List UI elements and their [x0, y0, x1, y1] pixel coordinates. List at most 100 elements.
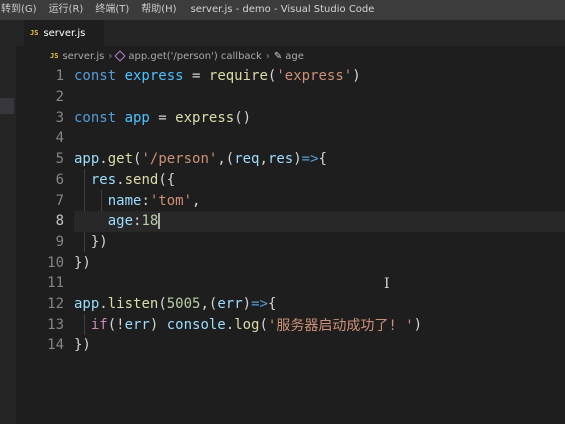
menu-terminal[interactable]: 终端(T) — [89, 0, 135, 20]
code-token: express — [124, 68, 184, 85]
code-token: ) — [149, 316, 167, 333]
code-token: app — [74, 151, 100, 168]
code-token: . — [225, 316, 235, 333]
line-number: 11 — [47, 275, 64, 292]
breadcrumb-property[interactable]: ✎ age — [274, 51, 304, 62]
code-line[interactable]: 9 }) — [16, 232, 565, 253]
code-token: . — [99, 151, 108, 168]
code-token: }) — [74, 337, 91, 354]
code-token: => — [251, 296, 268, 313]
code-token: : — [141, 192, 150, 209]
tab-server-js[interactable]: JS server.js — [24, 20, 104, 46]
menu-bar: 转到(G) 运行(R) 终端(T) 帮助(H) — [0, 0, 183, 20]
javascript-file-icon: JS — [30, 29, 39, 37]
code-token: const — [74, 109, 125, 126]
line-code: app. listen(5005,(err) =>{ — [74, 294, 565, 315]
code-token: , — [192, 192, 201, 209]
code-token: require — [208, 68, 268, 85]
code-token: . — [99, 296, 108, 313]
code-editor[interactable]: I 1 const express = require('express') 2 3 c… — [16, 66, 565, 424]
javascript-file-icon: JS — [50, 52, 59, 60]
line-number: 13 — [47, 316, 64, 333]
code-token: ( — [208, 296, 218, 313]
line-code: if (! err) console. log('服务器启动成功了! ') — [74, 314, 565, 335]
code-token: if — [90, 316, 108, 333]
code-token: 'tom' — [149, 192, 193, 209]
breadcrumb-callback[interactable]: app.get('/person') callback — [114, 50, 262, 62]
line-code: app. get('/person',(req, res) =>{ — [74, 149, 565, 170]
line-number: 14 — [47, 337, 64, 354]
line-number: 8 — [55, 213, 64, 230]
line-code: name:'tom', — [74, 190, 565, 211]
line-number: 3 — [55, 109, 64, 126]
code-line[interactable]: 7 name:'tom', — [16, 190, 565, 211]
code-token: }) — [74, 254, 91, 271]
line-number: 2 — [55, 89, 64, 106]
code-token: ( — [133, 151, 142, 168]
breadcrumb-file[interactable]: JS server.js — [16, 51, 104, 62]
code-token: get — [107, 151, 134, 168]
menu-go[interactable]: 转到(G) — [0, 0, 43, 20]
code-token: app — [74, 296, 100, 313]
line-number: 9 — [55, 233, 64, 250]
code-token: { — [318, 151, 327, 168]
line-code: res. send({ — [74, 170, 565, 191]
code-token: app — [124, 109, 150, 126]
code-token: res — [90, 171, 117, 188]
line-number: 4 — [55, 130, 64, 147]
code-token: (! — [107, 316, 125, 333]
code-line[interactable]: 8 age:18 — [16, 210, 565, 232]
title-bar: 转到(G) 运行(R) 终端(T) 帮助(H) server.js - demo… — [0, 0, 565, 20]
activity-bar — [0, 20, 16, 424]
code-token: 5005 — [166, 296, 201, 313]
line-code: const app = express() — [74, 107, 565, 128]
code-token: . — [116, 171, 125, 188]
code-token: '/person' — [141, 151, 218, 168]
code-token: : — [133, 213, 142, 230]
code-line[interactable]: 2 — [16, 87, 565, 108]
code-line[interactable]: 11 — [16, 273, 565, 294]
code-token: ( — [158, 296, 167, 313]
code-token: ( — [158, 171, 167, 188]
code-token: ) — [99, 233, 108, 250]
code-token: 18 — [141, 213, 159, 230]
code-line[interactable]: 4 — [16, 128, 565, 149]
chevron-right-icon: › — [108, 50, 113, 62]
code-line[interactable]: 13 if (! err) console. log('服务器启动成功了! ') — [16, 314, 565, 335]
text-caret — [158, 213, 160, 230]
code-line[interactable]: 14}) — [16, 335, 565, 356]
line-code: }) — [74, 252, 565, 273]
code-token: => — [301, 151, 319, 168]
code-token: { — [166, 171, 176, 188]
code-line[interactable]: 3 const app = express() — [16, 107, 565, 128]
code-line[interactable]: 1 const express = require('express') — [16, 66, 565, 87]
code-line[interactable]: 12 app. listen(5005,(err) =>{ — [16, 294, 565, 315]
code-token: = — [183, 68, 209, 85]
code-line[interactable]: 10}) — [16, 252, 565, 273]
code-token: , — [217, 151, 226, 168]
activity-item-active[interactable] — [0, 98, 14, 114]
code-line[interactable]: 5 app. get('/person',(req, res) =>{ — [16, 149, 565, 170]
menu-help[interactable]: 帮助(H) — [135, 0, 182, 20]
code-token: err — [217, 296, 243, 313]
line-code: }) — [74, 232, 565, 253]
breadcrumb: JS server.js › app.get('/person') callba… — [16, 46, 565, 66]
method-cube-icon — [114, 50, 127, 62]
breadcrumb-property-label: age — [285, 50, 304, 62]
breadcrumb-file-label: server.js — [62, 50, 105, 62]
code-token: req — [234, 151, 260, 168]
line-number: 7 — [55, 192, 64, 209]
code-token: , — [259, 151, 268, 168]
menu-run[interactable]: 运行(R) — [43, 0, 90, 20]
code-token: ( — [267, 68, 277, 85]
code-token: } — [90, 233, 100, 250]
tab-label: server.js — [43, 27, 86, 39]
code-token: listen — [107, 296, 159, 313]
code-line[interactable]: 6 res. send({ — [16, 170, 565, 191]
